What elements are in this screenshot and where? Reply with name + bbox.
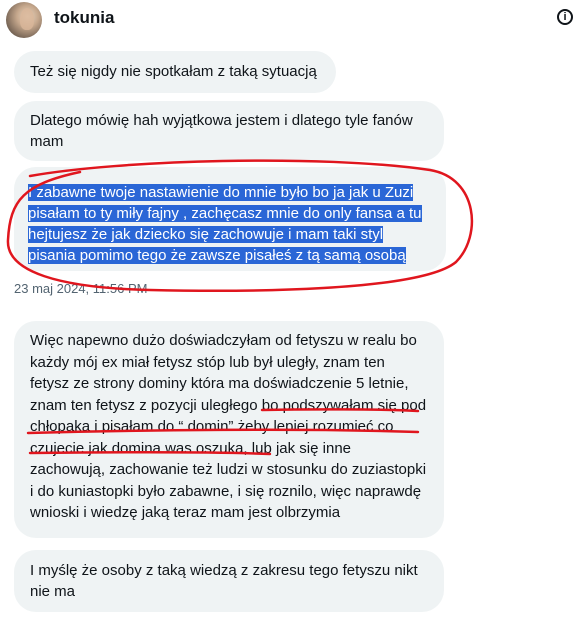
message-bubble: I myślę że osoby z taką wiedzą z zakresu… — [14, 550, 444, 612]
info-icon[interactable]: i — [557, 9, 573, 25]
username[interactable]: tokunia — [54, 8, 114, 28]
message-text: Też się nigdy nie spotkałam z taką sytua… — [30, 63, 317, 80]
conversation-header: tokunia i — [0, 0, 574, 38]
message-timestamp: 23 maj 2024, 11:56 PM — [14, 281, 148, 296]
message-bubble: Więc napewno dużo doświadczyłam od fetys… — [14, 321, 444, 538]
message-text: Dlatego mówię hah wyjątkowa jestem i dla… — [30, 112, 413, 150]
message-text: Więc napewno dużo doświadczyłam od fetys… — [30, 332, 427, 521]
message-bubble: Też się nigdy nie spotkałam z taką sytua… — [14, 51, 336, 93]
avatar[interactable] — [6, 2, 42, 38]
message-bubble-selected: I zabawne twoje nastawienie do mnie było… — [14, 167, 446, 271]
message-text-highlighted: I zabawne twoje nastawienie do mnie było… — [28, 184, 422, 264]
message-bubble: Dlatego mówię hah wyjątkowa jestem i dla… — [14, 101, 444, 161]
message-text: I myślę że osoby z taką wiedzą z zakresu… — [30, 562, 418, 600]
